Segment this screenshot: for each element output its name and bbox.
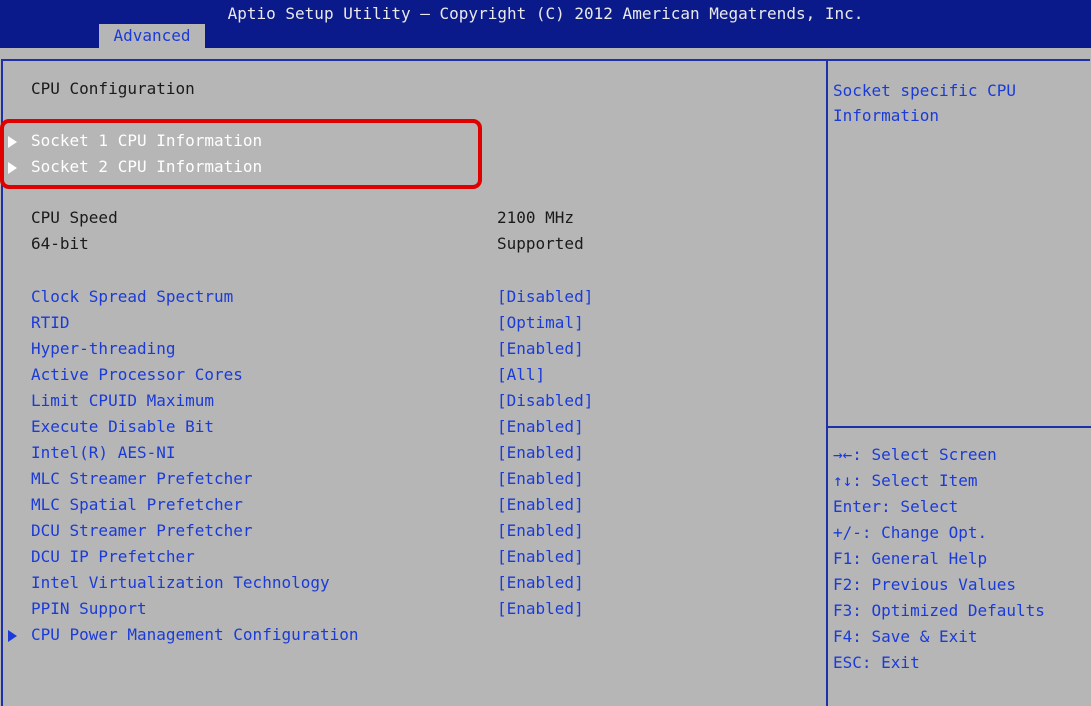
option-execute-disable-bit[interactable]: Execute Disable Bit [Enabled] [8, 415, 818, 439]
key-esc-exit: ESC: Exit [833, 653, 920, 672]
option-limit-cpuid-maximum[interactable]: Limit CPUID Maximum [Disabled] [8, 389, 818, 413]
highlight-box [0, 119, 482, 189]
option-intel-aes-ni[interactable]: Intel(R) AES-NI [Enabled] [8, 441, 818, 465]
help-text: Socket specific CPU Information [833, 78, 1083, 128]
option-active-processor-cores[interactable]: Active Processor Cores [All] [8, 363, 818, 387]
help-divider [828, 426, 1091, 428]
info-64-bit: 64-bit Supported [31, 234, 584, 253]
key-optimized-defaults: F3: Optimized Defaults [833, 601, 1045, 620]
page-title: CPU Configuration [31, 79, 195, 98]
option-mlc-streamer-prefetcher[interactable]: MLC Streamer Prefetcher [Enabled] [8, 467, 818, 491]
option-intel-virtualization-technology[interactable]: Intel Virtualization Technology [Enabled… [8, 571, 818, 595]
option-dcu-streamer-prefetcher[interactable]: DCU Streamer Prefetcher [Enabled] [8, 519, 818, 543]
key-general-help: F1: General Help [833, 549, 988, 568]
help-line: Socket specific CPU [833, 81, 1017, 100]
option-mlc-spatial-prefetcher[interactable]: MLC Spatial Prefetcher [Enabled] [8, 493, 818, 517]
option-hyper-threading[interactable]: Hyper-threading [Enabled] [8, 337, 818, 361]
key-enter-select: Enter: Select [833, 497, 959, 516]
triangle-right-icon [8, 630, 17, 642]
option-ppin-support[interactable]: PPIN Support [Enabled] [8, 597, 818, 621]
key-previous-values: F2: Previous Values [833, 575, 1017, 594]
info-cpu-speed: CPU Speed 2100 MHz [31, 208, 575, 227]
key-save-exit: F4: Save & Exit [833, 627, 978, 646]
option-rtid[interactable]: RTID [Optimal] [8, 311, 818, 335]
tab-advanced[interactable]: Advanced [99, 24, 205, 48]
key-select-item: ↑↓: Select Item [833, 471, 978, 490]
key-select-screen: →←: Select Screen [833, 445, 997, 464]
submenu-cpu-power-management[interactable]: CPU Power Management Configuration [8, 623, 818, 647]
key-change-opt: +/-: Change Opt. [833, 523, 988, 542]
key-legend: →←: Select Screen ↑↓: Select Item Enter:… [833, 442, 1088, 676]
option-clock-spread-spectrum[interactable]: Clock Spread Spectrum [Disabled] [8, 285, 818, 309]
option-dcu-ip-prefetcher[interactable]: DCU IP Prefetcher [Enabled] [8, 545, 818, 569]
header-bar: Aptio Setup Utility – Copyright (C) 2012… [0, 0, 1091, 48]
help-line: Information [833, 106, 939, 125]
app-title: Aptio Setup Utility – Copyright (C) 2012… [227, 4, 864, 23]
panel-divider [826, 59, 828, 706]
